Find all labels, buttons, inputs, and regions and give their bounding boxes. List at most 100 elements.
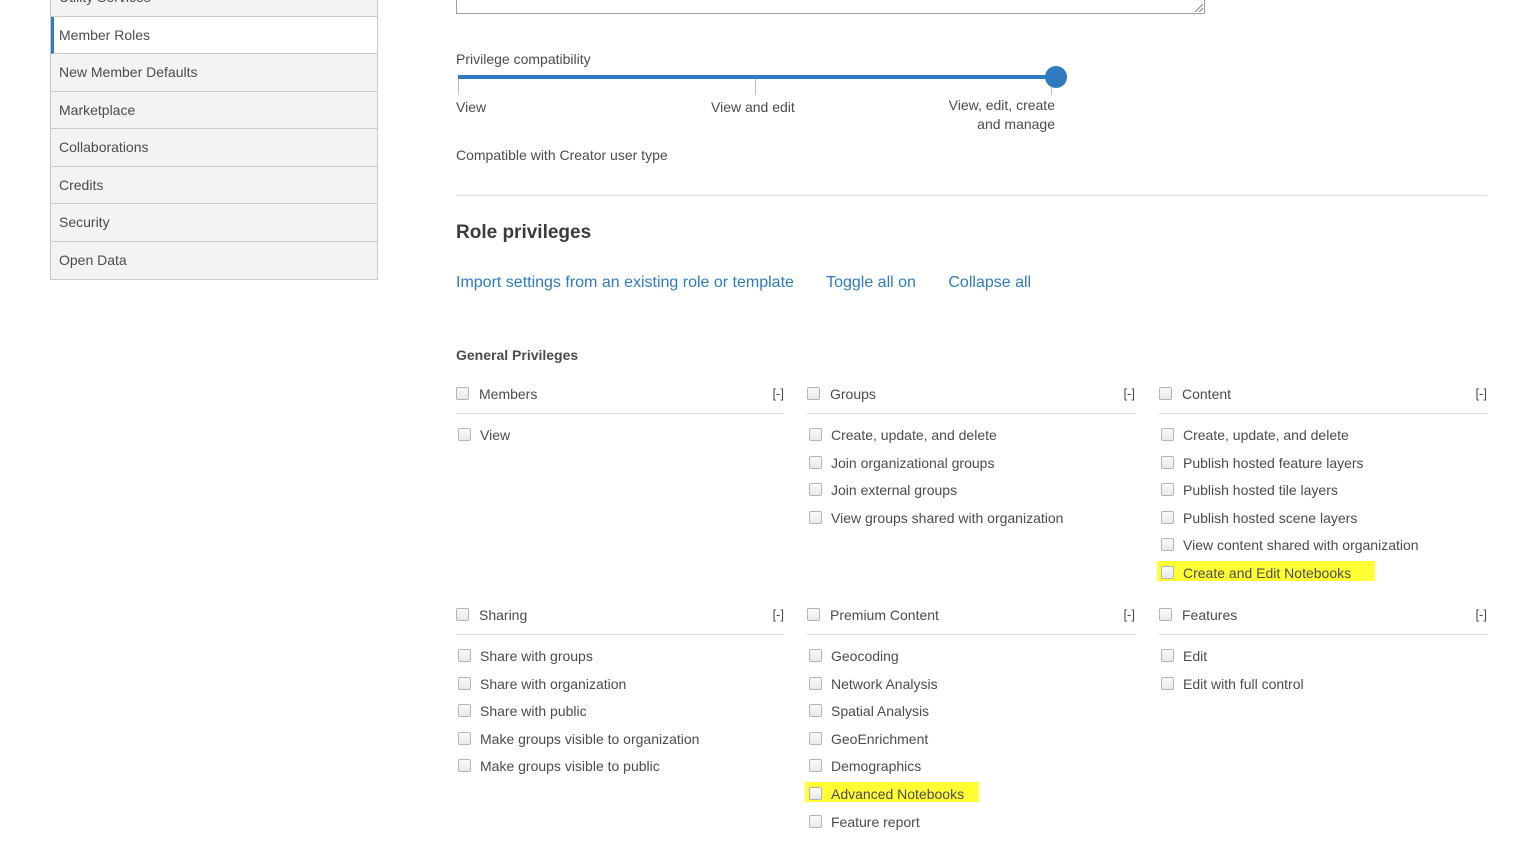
sharing-checkbox[interactable] — [456, 608, 469, 621]
privilege-checkbox[interactable] — [1161, 510, 1174, 524]
members-checkbox[interactable] — [456, 387, 469, 400]
privilege-checkbox[interactable] — [1161, 676, 1174, 690]
privilege-checkbox[interactable] — [809, 649, 822, 662]
slider-stop-view[interactable]: View — [456, 98, 486, 117]
collapse-all-link[interactable]: Collapse all — [948, 274, 1031, 291]
toggle-all-on-link[interactable]: Toggle all on — [826, 274, 916, 291]
resize-grip-icon[interactable] — [1195, 4, 1203, 12]
privilege-item[interactable]: Geocoding — [807, 647, 1135, 675]
privilege-item[interactable]: Join external groups — [807, 481, 1135, 509]
privilege-item[interactable]: Share with organization — [456, 675, 784, 703]
privilege-block-header: Sharing [-] — [456, 606, 784, 635]
privilege-item-highlighted[interactable]: Create and Edit Notebooks — [1157, 560, 1487, 592]
privilege-checkbox[interactable] — [1161, 483, 1174, 497]
sidebar-item-marketplace[interactable]: Marketplace — [51, 92, 377, 129]
sidebar-item-utility-services[interactable]: Utility Services — [51, 0, 377, 17]
content-checkbox[interactable] — [1159, 387, 1172, 400]
privilege-label: Join external groups — [831, 482, 958, 499]
privilege-item[interactable]: View content shared with organization — [1159, 536, 1487, 564]
privilege-checkbox[interactable] — [809, 704, 822, 718]
section-divider — [456, 195, 1487, 196]
privilege-checkbox[interactable] — [809, 510, 822, 524]
collapse-toggle[interactable]: [-] — [1123, 606, 1135, 624]
role-description-textarea[interactable] — [456, 0, 1205, 14]
privilege-item[interactable]: Make groups visible to public — [456, 757, 784, 785]
privilege-checkbox[interactable] — [809, 428, 822, 441]
privilege-item[interactable]: Feature report — [807, 813, 1135, 841]
privilege-block-header: Premium Content [-] — [807, 606, 1135, 635]
privilege-checkbox[interactable] — [1161, 455, 1174, 469]
privilege-checkbox[interactable] — [458, 428, 471, 441]
sidebar-item-member-roles[interactable]: Member Roles — [51, 16, 377, 54]
privilege-item[interactable]: View — [456, 426, 784, 454]
general-privileges-title: General Privileges — [456, 347, 579, 363]
privilege-checkbox[interactable] — [809, 786, 822, 800]
privilege-checkbox[interactable] — [1161, 649, 1174, 662]
privilege-block-header: Features [-] — [1159, 606, 1487, 635]
privilege-label: Create and Edit Notebooks — [1183, 564, 1352, 581]
features-checkbox[interactable] — [1159, 608, 1172, 621]
privilege-checkbox[interactable] — [458, 704, 471, 718]
collapse-toggle[interactable]: [-] — [772, 606, 784, 624]
privilege-item[interactable]: Publish hosted scene layers — [1159, 509, 1487, 537]
sidebar-item-security[interactable]: Security — [51, 204, 377, 242]
privilege-label: Create, update, and delete — [1183, 427, 1349, 443]
privilege-label: Edit — [1183, 648, 1208, 664]
privilege-label: View content shared with organization — [1183, 537, 1419, 554]
privilege-checkbox[interactable] — [458, 731, 471, 745]
slider-tick — [755, 79, 756, 95]
collapse-toggle[interactable]: [-] — [1475, 385, 1487, 403]
privilege-item[interactable]: View groups shared with organization — [807, 509, 1135, 537]
block-label: Features — [1182, 607, 1238, 623]
privilege-item[interactable]: Demographics — [807, 757, 1135, 785]
sidebar-item-credits[interactable]: Credits — [51, 167, 377, 204]
privilege-item[interactable]: Edit — [1159, 647, 1487, 675]
privilege-item[interactable]: Make groups visible to organization — [456, 730, 784, 758]
privilege-checkbox[interactable] — [458, 649, 471, 662]
privilege-checkbox[interactable] — [1161, 538, 1174, 552]
privilege-block-header: Content [-] — [1159, 385, 1487, 414]
privilege-checkbox[interactable] — [809, 814, 822, 828]
privilege-item[interactable]: Publish hosted tile layers — [1159, 481, 1487, 509]
privilege-checkbox[interactable] — [809, 455, 822, 469]
collapse-toggle[interactable]: [-] — [1123, 385, 1135, 403]
sidebar-item-collaborations[interactable]: Collaborations — [51, 129, 377, 167]
slider-stop-view-edit-create-manage[interactable]: View, edit, create and manage — [935, 96, 1055, 134]
privilege-label: View groups shared with organization — [831, 509, 1064, 526]
privilege-item[interactable]: Join organizational groups — [807, 454, 1135, 482]
privilege-item[interactable]: Edit with full control — [1159, 675, 1487, 703]
import-settings-link[interactable]: Import settings from an existing role or… — [456, 274, 794, 291]
premium-content-checkbox[interactable] — [807, 608, 820, 621]
privilege-checkbox[interactable] — [809, 731, 822, 745]
privilege-checkbox[interactable] — [809, 483, 822, 497]
privilege-checkbox[interactable] — [809, 759, 822, 773]
privilege-block-sharing: Sharing [-] Share with groups Share with… — [456, 606, 784, 785]
collapse-toggle[interactable]: [-] — [1475, 606, 1487, 624]
block-label: Members — [479, 386, 538, 402]
slider-thumb[interactable] — [1045, 66, 1067, 88]
privilege-block-header: Members [-] — [456, 385, 784, 414]
privilege-block-premium-content: Premium Content [-] Geocoding Network An… — [805, 606, 1135, 841]
privilege-checkbox[interactable] — [458, 676, 471, 690]
privilege-item[interactable]: Share with public — [456, 702, 784, 730]
privilege-item[interactable]: GeoEnrichment — [807, 730, 1135, 758]
privilege-checkbox[interactable] — [458, 759, 471, 773]
privilege-item[interactable]: Publish hosted feature layers — [1159, 454, 1487, 482]
privilege-item[interactable]: Network Analysis — [807, 675, 1135, 703]
sidebar-item-open-data[interactable]: Open Data — [51, 242, 377, 280]
collapse-toggle[interactable]: [-] — [772, 385, 784, 403]
privilege-item[interactable]: Spatial Analysis — [807, 702, 1135, 730]
privilege-checkbox[interactable] — [1161, 565, 1174, 579]
privilege-block-members: Members [-] View — [456, 385, 784, 454]
compatibility-text: Compatible with Creator user type — [456, 147, 668, 163]
privilege-item[interactable]: Create, update, and delete — [807, 426, 1135, 454]
slider-stop-view-edit[interactable]: View and edit — [711, 98, 795, 117]
privilege-item-highlighted[interactable]: Advanced Notebooks — [805, 781, 1135, 813]
privilege-item[interactable]: Create, update, and delete — [1159, 426, 1487, 454]
privilege-checkbox[interactable] — [809, 676, 822, 690]
sidebar-item-new-member-defaults[interactable]: New Member Defaults — [51, 54, 377, 92]
privilege-checkbox[interactable] — [1161, 428, 1174, 441]
privilege-actions: Import settings from an existing role or… — [456, 274, 1059, 292]
groups-checkbox[interactable] — [807, 387, 820, 400]
privilege-item[interactable]: Share with groups — [456, 647, 784, 675]
